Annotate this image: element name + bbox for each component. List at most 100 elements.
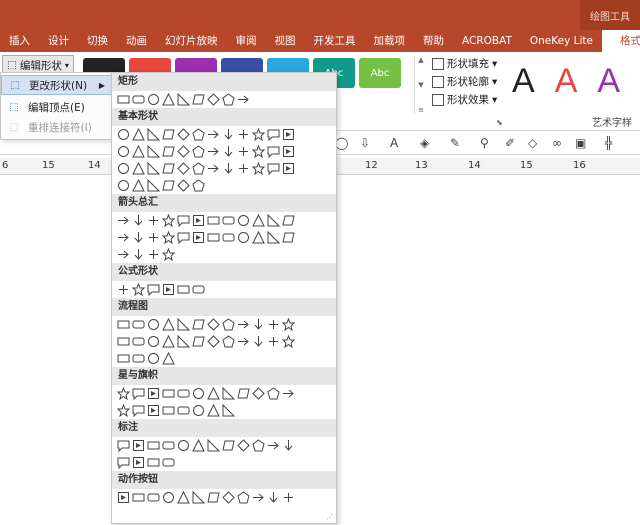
shape-fill-button[interactable]: 形状填充 ▾ (432, 56, 497, 71)
shape-icon[interactable] (116, 92, 131, 107)
shape-icon[interactable] (161, 213, 176, 228)
wordart-style[interactable]: A (597, 62, 620, 101)
shape-icon[interactable] (131, 403, 146, 418)
shape-icon[interactable] (266, 161, 281, 176)
shape-icon[interactable] (176, 127, 191, 142)
shape-icon[interactable] (236, 438, 251, 453)
shape-icon[interactable] (206, 317, 221, 332)
shape-icon[interactable] (236, 230, 251, 245)
shape-icon[interactable] (176, 438, 191, 453)
shape-icon[interactable] (146, 438, 161, 453)
shape-icon[interactable] (221, 230, 236, 245)
shape-icon[interactable] (191, 334, 206, 349)
tab-3[interactable]: 动画 (117, 30, 156, 52)
shape-icon[interactable] (206, 438, 221, 453)
shape-icon[interactable] (131, 178, 146, 193)
shape-icon[interactable] (131, 455, 146, 470)
shape-icon[interactable] (221, 386, 236, 401)
shape-icon[interactable] (266, 490, 281, 505)
shape-icon[interactable] (206, 334, 221, 349)
highlight-icon[interactable]: ◈ (420, 136, 429, 150)
shape-icon[interactable] (161, 92, 176, 107)
shape-icon[interactable] (161, 144, 176, 159)
shape-icon[interactable] (116, 144, 131, 159)
tab-7[interactable]: 开发工具 (305, 30, 365, 52)
shape-icon[interactable] (176, 144, 191, 159)
shape-icon[interactable] (281, 127, 296, 142)
shape-icon[interactable] (131, 247, 146, 262)
shape-icon[interactable] (116, 282, 131, 297)
shape-icon[interactable] (251, 230, 266, 245)
shape-icon[interactable] (266, 230, 281, 245)
shape-icon[interactable] (146, 127, 161, 142)
align-icon[interactable]: ╬ (605, 136, 612, 150)
shape-icon[interactable] (161, 334, 176, 349)
shape-icon[interactable] (116, 386, 131, 401)
tab-2[interactable]: 切换 (78, 30, 117, 52)
shape-icon[interactable] (251, 386, 266, 401)
shape-icon[interactable] (161, 438, 176, 453)
shape-icon[interactable] (191, 317, 206, 332)
shape-icon[interactable] (176, 490, 191, 505)
shape-icon[interactable] (131, 282, 146, 297)
shape-icon[interactable] (236, 144, 251, 159)
shape-icon[interactable] (176, 230, 191, 245)
shape-icon[interactable] (161, 127, 176, 142)
shape-icon[interactable] (146, 386, 161, 401)
shape-icon[interactable] (191, 438, 206, 453)
shape-icon[interactable] (206, 403, 221, 418)
shape-icon[interactable] (191, 282, 206, 297)
brush-icon[interactable]: ✐ (505, 136, 515, 150)
shape-icon[interactable] (206, 230, 221, 245)
shape-icon[interactable] (281, 144, 296, 159)
shape-icon[interactable] (206, 490, 221, 505)
shape-icon[interactable] (191, 490, 206, 505)
shape-icon[interactable] (221, 438, 236, 453)
shape-icon[interactable] (251, 438, 266, 453)
shape-icon[interactable] (221, 161, 236, 176)
shape-icon[interactable] (161, 386, 176, 401)
arrange-icon[interactable]: ⇩ (360, 136, 370, 150)
shape-icon[interactable] (131, 213, 146, 228)
shape-icon[interactable] (191, 403, 206, 418)
wordart-style[interactable]: A (555, 62, 578, 101)
shape-icon[interactable] (206, 213, 221, 228)
shape-icon[interactable] (191, 178, 206, 193)
tab-1[interactable]: 设计 (39, 30, 78, 52)
shape-icon[interactable] (176, 282, 191, 297)
shape-icon[interactable] (266, 317, 281, 332)
shape-icon[interactable] (161, 351, 176, 366)
shape-icon[interactable] (191, 127, 206, 142)
shape-icon[interactable] (281, 386, 296, 401)
shape-icon[interactable] (251, 144, 266, 159)
shape-icon[interactable] (176, 213, 191, 228)
shape-icon[interactable] (191, 161, 206, 176)
shape-icon[interactable] (146, 334, 161, 349)
tab-9[interactable]: 帮助 (414, 30, 453, 52)
shape-icon[interactable] (131, 438, 146, 453)
shape-icon[interactable] (206, 127, 221, 142)
shape-icon[interactable] (146, 213, 161, 228)
shape-icon[interactable] (161, 455, 176, 470)
tab-11[interactable]: OneKey Lite (521, 30, 602, 52)
tab-5[interactable]: 审阅 (227, 30, 266, 52)
shape-icon[interactable] (206, 144, 221, 159)
shape-icon[interactable] (236, 92, 251, 107)
shape-icon[interactable] (116, 317, 131, 332)
shape-icon[interactable] (131, 144, 146, 159)
shape-icon[interactable] (221, 403, 236, 418)
shape-icon[interactable] (176, 161, 191, 176)
shape-icon[interactable] (221, 317, 236, 332)
shape-icon[interactable] (176, 178, 191, 193)
tab-4[interactable]: 幻灯片放映 (156, 30, 227, 52)
shape-icon[interactable] (281, 317, 296, 332)
shape-icon[interactable] (251, 127, 266, 142)
shape-icon[interactable] (131, 490, 146, 505)
link-icon[interactable]: ∞ (552, 136, 562, 150)
shape-icon[interactable] (146, 282, 161, 297)
shape-icon[interactable] (146, 178, 161, 193)
shape-icon[interactable] (266, 144, 281, 159)
shape-icon[interactable] (146, 490, 161, 505)
gallery-scroll[interactable]: ▲ ▼ ≡ (414, 56, 427, 114)
shape-icon[interactable] (146, 144, 161, 159)
